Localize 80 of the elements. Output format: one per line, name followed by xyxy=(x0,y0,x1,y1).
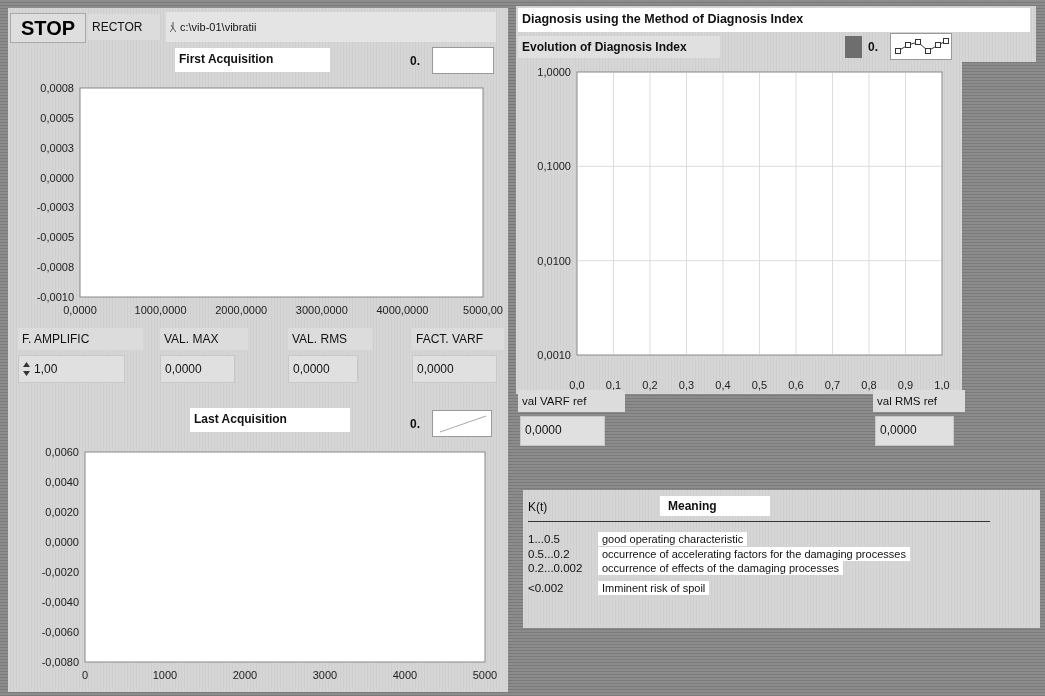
indicator-value: 0,0000 xyxy=(160,355,235,383)
axis-tick-label: -0,0040 xyxy=(41,596,79,608)
indicator-label: VAL. RMS xyxy=(288,328,372,350)
axis-tick-label: 1,0 xyxy=(934,379,950,391)
indicator-label: VAL. MAX xyxy=(160,328,248,350)
plot-number: 0. xyxy=(410,53,420,69)
axis-tick-label: 0,0008 xyxy=(40,82,74,94)
table-cell: occurrence of effects of the damaging processes xyxy=(598,561,844,575)
axis-tick-label: 0,3 xyxy=(678,379,695,391)
axis-tick-label: 0,0010 xyxy=(537,349,571,361)
reference-label: val VARF ref xyxy=(518,390,625,412)
axis-tick-label: 0,1000 xyxy=(537,160,571,173)
reference-value: 0,0000 xyxy=(520,416,605,446)
table-cell: 0.2...0.002 xyxy=(528,561,583,575)
axis-tick-label: 0,6 xyxy=(788,379,804,391)
table-cell: 1...0.5 xyxy=(528,532,560,546)
numeric-control[interactable]: 1,00 xyxy=(18,355,125,383)
axis-tick-label: 5000 xyxy=(472,669,498,681)
scale-indicator xyxy=(845,36,862,58)
axis-tick-label: 0,1 xyxy=(605,379,622,391)
increment-decrement-icon[interactable] xyxy=(23,361,30,377)
path-label: RECTOR xyxy=(88,14,160,40)
axis-tick-label: 0,0003 xyxy=(40,141,74,154)
table-cell: <0.002 xyxy=(528,581,564,595)
indicator-value: 0,0000 xyxy=(288,355,358,383)
axis-tick-label: 2000,0000 xyxy=(215,304,268,316)
axis-tick-label: 0,0020 xyxy=(45,506,79,518)
axis-tick-label: 0,2 xyxy=(642,379,658,391)
axis-tick-label: 0,0100 xyxy=(537,254,571,267)
axis-tick-label: -0,0060 xyxy=(41,626,79,638)
axis-tick-label: 1,0000 xyxy=(537,66,571,78)
stop-button[interactable]: STOP xyxy=(10,13,86,43)
reference-label: val RMS ref xyxy=(873,390,965,412)
axis-tick-label: 0,0 xyxy=(569,379,585,391)
path-value: c:\vib-01\vibratii xyxy=(180,20,257,35)
axis-tick-label: 3000 xyxy=(312,669,338,681)
axis-tick-label: 0,4 xyxy=(715,379,731,391)
table-cell: good operating characteristic xyxy=(598,532,748,546)
plot-number: 0. xyxy=(410,416,420,432)
indicator-label: FACT. VARF xyxy=(412,328,504,350)
plot-number: 0. xyxy=(868,39,878,55)
axis-tick-label: 0,0005 xyxy=(40,111,74,124)
axis-tick-label: 0,0060 xyxy=(45,446,79,458)
axis-tick-label: 0,0000 xyxy=(63,304,97,316)
indicator-value: 0,0000 xyxy=(412,355,497,383)
panel-title: Diagnosis using the Method of Diagnosis Index xyxy=(518,8,1030,32)
axis-tick-label: -0,0005 xyxy=(36,231,74,244)
axis-tick-label: 0,9 xyxy=(897,379,914,391)
axis-tick-label: 0,0000 xyxy=(45,536,79,548)
axis-tick-label: 4000,0000 xyxy=(376,304,429,316)
column-header: K(t) xyxy=(528,499,548,516)
axis-tick-label: -0,0008 xyxy=(36,261,74,274)
axis-tick-label: 0 xyxy=(81,669,89,681)
axis-tick-label: -0,0080 xyxy=(41,656,79,668)
reference-value: 0,0000 xyxy=(875,416,954,446)
control-value: 1,00 xyxy=(34,361,58,378)
indicator-label: F. AMPLIFIC xyxy=(18,328,143,350)
axis-tick-label: 4000 xyxy=(392,669,418,681)
chart-title: First Acquisition xyxy=(175,48,330,72)
browse-icon[interactable] xyxy=(170,22,176,32)
axis-tick-label: 0,8 xyxy=(861,379,877,391)
axis-tick-label: -0,0003 xyxy=(36,201,74,214)
axis-tick-label: 0,0040 xyxy=(45,476,79,488)
axis-tick-label: -0,0020 xyxy=(41,566,79,578)
axis-tick-label: 0,0000 xyxy=(40,171,74,184)
axis-tick-label: 0,5 xyxy=(751,379,768,391)
table-cell: occurrence of accelerating factors for the damaging processes xyxy=(598,547,910,561)
table-cell: 0.5...0.2 xyxy=(528,547,570,561)
column-header: Meaning xyxy=(660,496,770,516)
axis-tick-label: 2000 xyxy=(232,669,258,681)
chart-title: Last Acquisition xyxy=(190,408,350,432)
table-cell: Imminent risk of spoil xyxy=(598,581,710,595)
axis-tick-label: 5000,00 xyxy=(463,304,503,316)
chart-title: Evolution of Diagnosis Index xyxy=(518,36,720,58)
axis-tick-label: -0,0010 xyxy=(36,291,74,303)
path-field[interactable]: c:\vib-01\vibratii xyxy=(166,12,496,42)
axis-tick-label: 1000,0000 xyxy=(134,304,187,316)
axis-tick-label: 1000 xyxy=(152,669,178,681)
axis-tick-label: 0,7 xyxy=(824,379,841,391)
axis-tick-label: 3000,0000 xyxy=(295,304,348,316)
